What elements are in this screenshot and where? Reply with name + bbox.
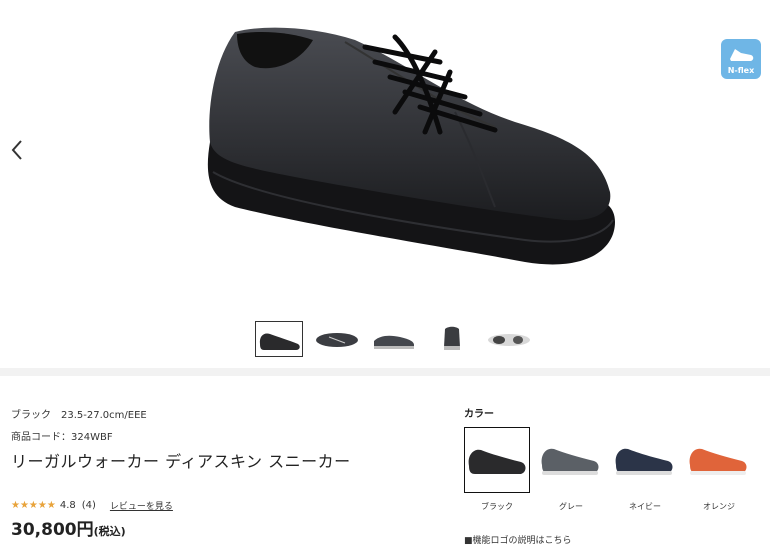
star-rating-icon: ★★★★★ xyxy=(11,500,56,511)
thumbnail-side[interactable] xyxy=(255,321,303,357)
review-count: (4) xyxy=(81,500,96,511)
size-range: 23.5-27.0cm/EEE xyxy=(61,410,147,421)
rating-row: ★★★★★ 4.8 (4) レビューを見る xyxy=(11,499,173,512)
color-swatch-gray[interactable] xyxy=(538,427,604,493)
tax-note: (税込) xyxy=(93,525,126,538)
price-row: 30,800円(税込) xyxy=(11,515,126,540)
review-link[interactable]: レビューを見る xyxy=(110,499,173,512)
product-code: 324WBF xyxy=(71,432,113,443)
color-swatch-black[interactable] xyxy=(464,427,530,493)
thumbnail-top[interactable] xyxy=(313,321,361,357)
thumbnail-strip xyxy=(0,321,770,359)
color-size-line: ブラック 23.5-27.0cm/EEE xyxy=(11,406,147,421)
thumbnail-sole[interactable] xyxy=(485,321,533,357)
color-name-navy: ネイビー xyxy=(629,502,661,511)
price: 30,800円 xyxy=(11,520,94,540)
nflex-badge: N-flex xyxy=(721,39,761,79)
color-selector: カラー ブラック グレー ネイビー オレンジ ■機能ロゴの説明はこちら xyxy=(464,376,764,546)
color-name-black: ブラック xyxy=(481,502,513,511)
shoe-flex-icon xyxy=(730,49,754,61)
selected-color-name: ブラック xyxy=(11,410,51,421)
rating-score: 4.8 xyxy=(59,500,76,511)
product-title: リーガルウォーカー ディアスキン スニーカー xyxy=(11,452,351,471)
color-swatch-navy[interactable] xyxy=(612,427,678,493)
nflex-label: N-flex xyxy=(727,66,755,75)
main-product-image xyxy=(207,27,615,265)
product-code-label: 商品コード： xyxy=(11,432,71,443)
chevron-left-icon xyxy=(11,140,22,160)
thumbnail-back[interactable] xyxy=(428,321,476,357)
product-gallery: N-flex xyxy=(0,0,770,368)
color-name-gray: グレー xyxy=(559,502,583,511)
section-divider xyxy=(0,368,770,376)
product-code-line: 商品コード：324WBF xyxy=(11,428,113,443)
color-swatch-orange[interactable] xyxy=(686,427,752,493)
thumbnail-inner[interactable] xyxy=(370,321,418,357)
function-logo-link[interactable]: ■機能ロゴの説明はこちら xyxy=(464,533,572,546)
color-name-orange: オレンジ xyxy=(703,502,735,511)
previous-image-button[interactable] xyxy=(6,136,28,164)
color-section-label: カラー xyxy=(464,409,494,420)
